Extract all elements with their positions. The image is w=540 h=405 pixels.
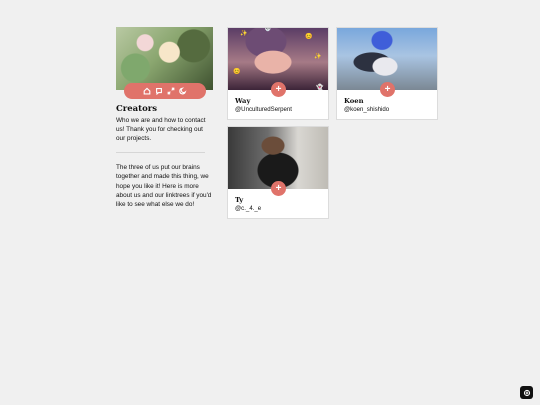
creator-handle[interactable]: @UnculturedSerpent: [235, 106, 292, 113]
sparkle-icon: [523, 389, 530, 396]
skull-icon: 💀: [264, 28, 272, 32]
panel-body: The three of us put our brains together …: [116, 164, 212, 209]
add-button[interactable]: +: [380, 82, 395, 97]
creator-card-koen[interactable]: + Koen @koen_shishido: [336, 27, 438, 120]
expand-icon[interactable]: [167, 87, 176, 96]
add-button[interactable]: +: [271, 181, 286, 196]
sparkle-icon: ✨: [240, 31, 248, 37]
nav-pill: [124, 83, 206, 99]
moon-icon[interactable]: [179, 87, 188, 96]
creator-handle[interactable]: @koen_shishido: [344, 106, 389, 113]
panel-description: Who we are and how to contact us! Thank …: [116, 117, 206, 142]
creators-cover-image: [116, 27, 213, 90]
smile-icon: 😊: [233, 69, 241, 75]
creator-photo: [337, 28, 437, 90]
divider: [116, 152, 205, 153]
panel-title: Creators: [116, 104, 158, 114]
creator-name: Way: [235, 97, 251, 105]
smile-icon: 😊: [305, 34, 313, 40]
add-button[interactable]: +: [271, 82, 286, 97]
creator-name: Ty: [235, 196, 244, 204]
creator-handle[interactable]: @c._4._e: [235, 205, 261, 212]
creator-card-ty[interactable]: + Ty @c._4._e: [227, 126, 329, 219]
home-icon[interactable]: [143, 87, 152, 96]
sparkle-button[interactable]: [520, 386, 533, 399]
creators-panel: Creators Who we are and how to contact u…: [116, 27, 213, 209]
creator-photo: ✨ 💀 😊 😊 ✨ 👻: [228, 28, 328, 90]
ghost-icon: 👻: [316, 85, 324, 90]
creator-card-way[interactable]: ✨ 💀 😊 😊 ✨ 👻 + Way @UnculturedSerpent: [227, 27, 329, 120]
creator-photo: [228, 127, 328, 189]
creator-name: Koen: [344, 97, 364, 105]
sparkle-icon: ✨: [314, 54, 322, 60]
chat-icon[interactable]: [155, 87, 164, 96]
